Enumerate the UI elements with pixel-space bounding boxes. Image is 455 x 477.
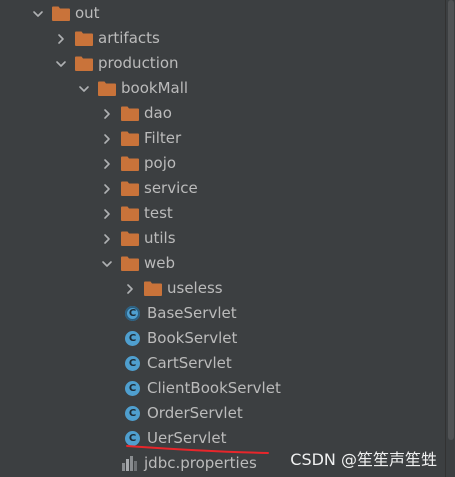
tree-item-label: ClientBookServlet (147, 379, 281, 397)
tree-row-cartservlet[interactable]: C CartServlet (0, 351, 445, 376)
tree-item-label: jdbc.properties (144, 454, 257, 472)
tree-row-artifacts[interactable]: artifacts (0, 26, 445, 51)
tree-row-production[interactable]: production (0, 51, 445, 76)
folder-icon (121, 156, 139, 171)
tree-row-out[interactable]: out (0, 1, 445, 26)
tree-row-web[interactable]: web (0, 251, 445, 276)
chevron-right-icon[interactable] (101, 158, 113, 170)
folder-icon (144, 281, 162, 296)
tree-item-label: utils (144, 229, 176, 247)
folder-icon (121, 206, 139, 221)
vertical-scrollbar[interactable] (445, 0, 455, 477)
chevron-right-icon[interactable] (124, 283, 136, 295)
folder-icon (121, 256, 139, 271)
chevron-right-icon[interactable] (101, 233, 113, 245)
java-class-icon: C (125, 381, 140, 396)
tree-item-label: pojo (144, 154, 177, 172)
java-class-icon: C (125, 356, 140, 371)
tree-item-label: Filter (144, 129, 182, 147)
folder-icon (121, 106, 139, 121)
tree-row-service[interactable]: service (0, 176, 445, 201)
chevron-down-icon[interactable] (55, 58, 67, 70)
chevron-right-icon[interactable] (101, 183, 113, 195)
tree-row-clientbookservlet[interactable]: C ClientBookServlet (0, 376, 445, 401)
tree-row-bookservlet[interactable]: C BookServlet (0, 326, 445, 351)
folder-icon (75, 56, 93, 71)
chevron-right-icon[interactable] (55, 33, 67, 45)
properties-file-icon (121, 455, 139, 472)
csdn-watermark: CSDN @笙笙声笙甡 (290, 450, 437, 469)
folder-icon (75, 31, 93, 46)
tree-item-label: UerServlet (147, 429, 227, 447)
folder-icon (98, 81, 116, 96)
folder-icon (121, 231, 139, 246)
tree-row-pojo[interactable]: pojo (0, 151, 445, 176)
tree-item-label: production (98, 54, 179, 72)
tree-row-baseservlet[interactable]: C BaseServlet (0, 301, 445, 326)
java-class-icon: C (125, 431, 140, 446)
java-abstract-class-icon: C (125, 306, 140, 321)
tree-item-label: web (144, 254, 176, 272)
tree-item-label: service (144, 179, 198, 197)
tree-item-label: out (75, 4, 100, 22)
chevron-down-icon[interactable] (101, 258, 113, 270)
tree-item-label: BookServlet (147, 329, 238, 347)
folder-icon (121, 131, 139, 146)
tree-item-label: dao (144, 104, 172, 122)
chevron-down-icon[interactable] (32, 8, 44, 20)
tree-row-useless[interactable]: useless (0, 276, 445, 301)
chevron-right-icon[interactable] (101, 108, 113, 120)
scrollbar-thumb[interactable] (448, 0, 454, 440)
tree-row-orderservlet[interactable]: C OrderServlet (0, 401, 445, 426)
chevron-down-icon[interactable] (78, 83, 90, 95)
folder-icon (121, 181, 139, 196)
project-tree: out artifacts production bookMall dao Filter p… (0, 0, 455, 477)
tree-item-label: artifacts (98, 29, 160, 47)
tree-row-utils[interactable]: utils (0, 226, 445, 251)
chevron-right-icon[interactable] (101, 208, 113, 220)
tree-item-label: CartServlet (147, 354, 232, 372)
folder-icon (52, 6, 70, 21)
tree-item-label: BaseServlet (147, 304, 237, 322)
tree-row-test[interactable]: test (0, 201, 445, 226)
tree-row-bookmall[interactable]: bookMall (0, 76, 445, 101)
tree-item-label: useless (167, 279, 223, 297)
chevron-right-icon[interactable] (101, 133, 113, 145)
java-class-icon: C (125, 406, 140, 421)
java-class-icon: C (125, 331, 140, 346)
tree-item-label: test (144, 204, 173, 222)
tree-item-label: bookMall (121, 79, 189, 97)
tree-row-dao[interactable]: dao (0, 101, 445, 126)
tree-row-filter[interactable]: Filter (0, 126, 445, 151)
tree-item-label: OrderServlet (147, 404, 243, 422)
